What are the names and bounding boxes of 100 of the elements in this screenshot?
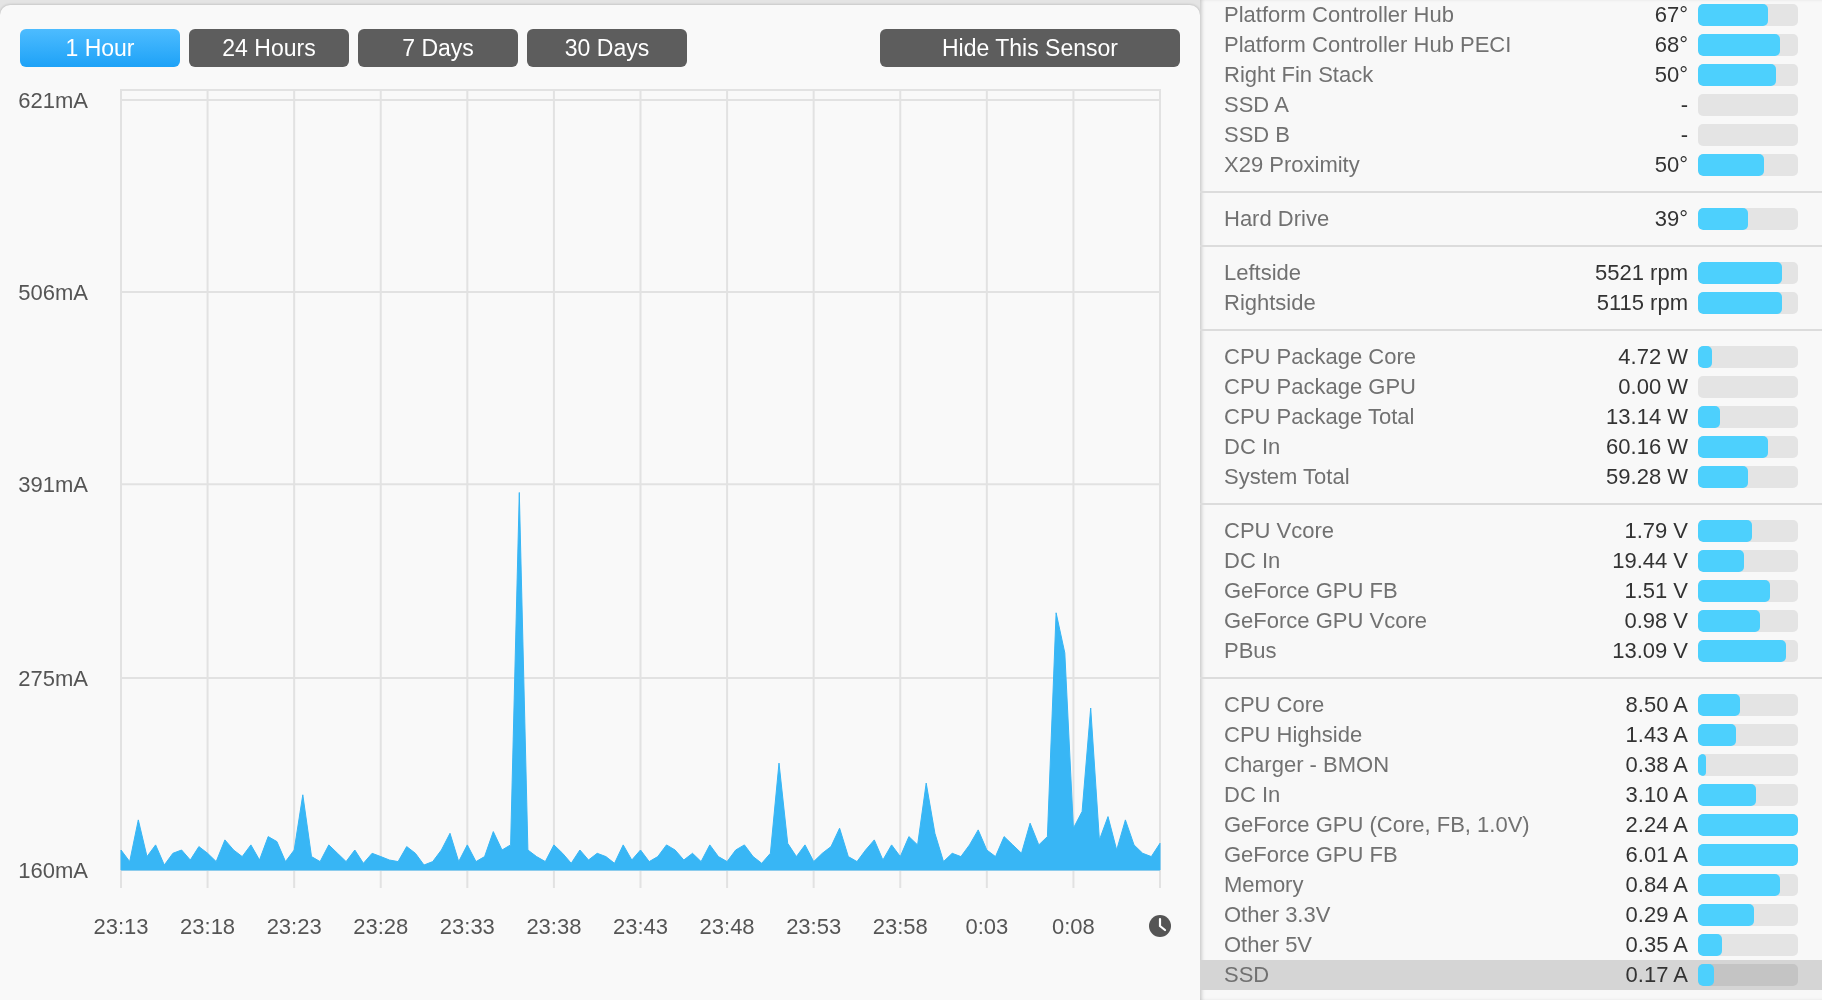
sensor-row[interactable]: CPU Core 8.50 A bbox=[1200, 690, 1822, 720]
sensor-name: Other 3.3V bbox=[1224, 902, 1332, 928]
sensor-value: 4.72 W bbox=[1618, 344, 1688, 370]
sensor-value: 5521 rpm bbox=[1595, 260, 1688, 286]
sensor-row[interactable]: Leftside 5521 rpm bbox=[1200, 258, 1822, 288]
sensor-name: Right Fin Stack bbox=[1224, 62, 1375, 88]
sensor-name: CPU Vcore bbox=[1224, 518, 1336, 544]
x-axis-label: 23:58 bbox=[872, 914, 928, 939]
sensor-row[interactable]: SSD B - bbox=[1200, 120, 1822, 150]
sensor-value: 2.24 A bbox=[1625, 812, 1688, 838]
sensor-value: 0.84 A bbox=[1625, 872, 1688, 898]
sensor-value: 50° bbox=[1654, 62, 1688, 88]
sensor-value: 1.43 A bbox=[1625, 722, 1688, 748]
sensor-name: System Total bbox=[1224, 464, 1351, 490]
x-axis-label: 0:08 bbox=[1052, 914, 1095, 939]
sensor-row[interactable]: Right Fin Stack 50° bbox=[1200, 60, 1822, 90]
sensor-name: Rightside bbox=[1224, 290, 1317, 316]
sensor-row[interactable]: X29 Proximity 50° bbox=[1200, 150, 1822, 180]
sensor-row[interactable]: SSD 0.17 A bbox=[1200, 960, 1822, 990]
sensor-value: 1.51 V bbox=[1624, 578, 1688, 604]
x-axis-label: 23:28 bbox=[353, 914, 409, 939]
hide-sensor-button[interactable]: Hide This Sensor bbox=[880, 29, 1180, 67]
sensor-row[interactable]: GeForce GPU FB 6.01 A bbox=[1200, 840, 1822, 870]
sensor-value: 5115 rpm bbox=[1596, 290, 1688, 316]
sensor-row[interactable]: Platform Controller Hub 67° bbox=[1200, 0, 1822, 30]
sensor-name: Other 5V bbox=[1224, 932, 1314, 958]
sensor-value: 0.38 A bbox=[1625, 752, 1688, 778]
sensor-name: CPU Package Total bbox=[1224, 404, 1416, 430]
sensor-value: 67° bbox=[1654, 2, 1688, 28]
sensor-value: 50° bbox=[1654, 152, 1688, 178]
sensor-row[interactable]: CPU Package Core 4.72 W bbox=[1200, 342, 1822, 372]
sensor-name: Hard Drive bbox=[1224, 206, 1331, 232]
time-range-button[interactable]: 24 Hours bbox=[189, 29, 349, 67]
sensor-row[interactable]: Hard Drive 39° bbox=[1200, 204, 1822, 234]
sensor-value: 39° bbox=[1654, 206, 1688, 232]
sensor-value: 0.00 W bbox=[1618, 374, 1688, 400]
x-axis-label: 23:53 bbox=[786, 914, 842, 939]
sensor-row[interactable]: GeForce GPU Vcore 0.98 V bbox=[1200, 606, 1822, 636]
sensor-name: SSD B bbox=[1224, 122, 1292, 148]
sensor-name: GeForce GPU Vcore bbox=[1224, 608, 1428, 634]
sensor-value: 59.28 W bbox=[1606, 464, 1688, 490]
y-axis-label: 275mA bbox=[18, 665, 88, 691]
clock-icon[interactable] bbox=[1149, 915, 1171, 937]
sensor-value: - bbox=[1680, 122, 1688, 148]
x-axis-label: 23:43 bbox=[612, 914, 669, 939]
sensor-value: 1.79 V bbox=[1624, 518, 1688, 544]
sensor-value: 8.50 A bbox=[1625, 692, 1688, 718]
sensor-row[interactable]: Memory 0.84 A bbox=[1200, 870, 1822, 900]
sensor-value: - bbox=[1680, 92, 1688, 118]
sensor-value: 6.01 A bbox=[1625, 842, 1688, 868]
sensor-name: CPU Package Core bbox=[1224, 344, 1417, 370]
x-axis-label: 23:23 bbox=[266, 914, 322, 939]
sensor-name: Leftside bbox=[1224, 260, 1303, 286]
sensor-value: 19.44 V bbox=[1612, 548, 1688, 574]
sensor-name: DC In bbox=[1224, 434, 1282, 460]
sensor-row[interactable]: Rightside 5115 rpm bbox=[1200, 288, 1822, 318]
sensor-value: 60.16 W bbox=[1606, 434, 1688, 460]
sensor-name: Platform Controller Hub PECI bbox=[1224, 32, 1513, 58]
sensor-row[interactable]: CPU Package Total 13.14 W bbox=[1200, 402, 1822, 432]
sensor-row[interactable]: Other 5V 0.35 A bbox=[1200, 930, 1822, 960]
sensor-value: 68° bbox=[1654, 32, 1688, 58]
sensor-name: GeForce GPU (Core, FB, 1.0V) bbox=[1224, 812, 1531, 838]
y-axis-label: 391mA bbox=[18, 472, 88, 498]
x-axis-label: 0:03 bbox=[965, 914, 1009, 939]
x-axis-label: 23:18 bbox=[180, 914, 236, 939]
sensor-value: 0.98 V bbox=[1624, 608, 1688, 634]
y-axis-label: 506mA bbox=[18, 280, 88, 306]
sensor-name: GeForce GPU FB bbox=[1224, 578, 1399, 604]
sensor-name: SSD bbox=[1224, 962, 1271, 988]
sensor-name: Charger - BMON bbox=[1224, 752, 1391, 778]
sensor-row[interactable]: DC In 19.44 V bbox=[1200, 546, 1822, 576]
sensor-row[interactable]: CPU Package GPU 0.00 W bbox=[1200, 372, 1822, 402]
time-range-button[interactable]: 30 Days bbox=[527, 29, 687, 67]
sensor-row[interactable]: Platform Controller Hub PECI 68° bbox=[1200, 30, 1822, 60]
sensor-value: 13.14 W bbox=[1606, 404, 1688, 430]
sensor-row[interactable]: PBus 13.09 V bbox=[1200, 636, 1822, 666]
sensor-name: GeForce GPU FB bbox=[1224, 842, 1399, 868]
sensor-name: DC In bbox=[1224, 782, 1282, 808]
sensor-name: CPU Package GPU bbox=[1224, 374, 1417, 400]
sensor-row[interactable]: System Total 59.28 W bbox=[1200, 462, 1822, 492]
x-axis-label: 23:33 bbox=[439, 914, 495, 939]
time-range-button[interactable]: 7 Days bbox=[358, 29, 518, 67]
sensor-row[interactable]: GeForce GPU FB 1.51 V bbox=[1200, 576, 1822, 606]
sensor-row[interactable]: GeForce GPU (Core, FB, 1.0V) 2.24 A bbox=[1200, 810, 1822, 840]
sensor-name: CPU Highside bbox=[1224, 722, 1364, 748]
sensor-value: 0.17 A bbox=[1625, 962, 1688, 988]
sensor-row[interactable]: SSD A - bbox=[1200, 90, 1822, 120]
sensor-name: DC In bbox=[1224, 548, 1282, 574]
sensor-row[interactable]: Charger - BMON 0.38 A bbox=[1200, 750, 1822, 780]
sensor-row[interactable]: Other 3.3V 0.29 A bbox=[1200, 900, 1822, 930]
sensor-name: X29 Proximity bbox=[1224, 152, 1361, 178]
x-axis-label: 23:13 bbox=[93, 914, 149, 939]
sensor-row[interactable]: DC In 3.10 A bbox=[1200, 780, 1822, 810]
sensor-value: 0.29 A bbox=[1625, 902, 1688, 928]
sensor-row[interactable]: DC In 60.16 W bbox=[1200, 432, 1822, 462]
sensor-name: CPU Core bbox=[1224, 692, 1326, 718]
sensor-row[interactable]: CPU Highside 1.43 A bbox=[1200, 720, 1822, 750]
sensor-row[interactable]: CPU Vcore 1.79 V bbox=[1200, 516, 1822, 546]
sensor-name: SSD A bbox=[1224, 92, 1290, 118]
sensor-name: PBus bbox=[1224, 638, 1278, 664]
